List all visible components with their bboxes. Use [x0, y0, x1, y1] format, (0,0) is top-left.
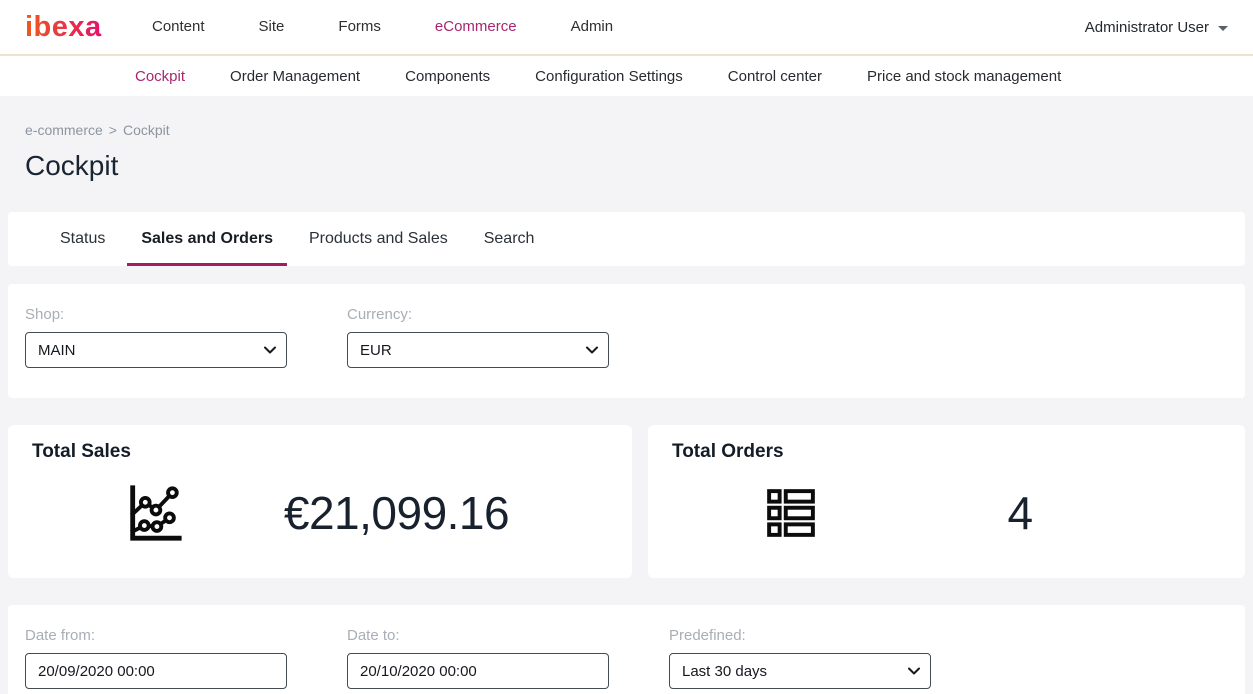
predefined-label: Predefined: [669, 627, 931, 644]
nav-item-ecommerce[interactable]: eCommerce [408, 0, 544, 54]
shop-field: Shop: MAIN [25, 306, 287, 368]
tab-products-and-sales[interactable]: Products and Sales [295, 212, 462, 266]
date-from-field: Date from: [25, 627, 287, 689]
nav-item-site[interactable]: Site [232, 0, 312, 54]
currency-select[interactable]: EUR [347, 332, 609, 368]
user-menu[interactable]: Administrator User [1085, 19, 1228, 36]
tab-sales-and-orders[interactable]: Sales and Orders [127, 212, 287, 266]
date-to-label: Date to: [347, 627, 609, 644]
date-from-input[interactable] [25, 653, 287, 689]
shop-currency-filter-panel: Shop: MAIN Currency: EUR [8, 284, 1245, 398]
line-chart-icon [123, 482, 185, 544]
currency-label: Currency: [347, 306, 609, 323]
breadcrumb-parent[interactable]: e-commerce [25, 122, 103, 138]
svg-text:ibexa: ibexa [25, 11, 102, 43]
predefined-select-wrap[interactable]: Last 30 days [669, 653, 931, 689]
predefined-select[interactable]: Last 30 days [669, 653, 931, 689]
currency-field: Currency: EUR [347, 306, 609, 368]
subnav-item-price-stock-management[interactable]: Price and stock management [867, 68, 1061, 85]
subnav-item-order-management[interactable]: Order Management [230, 68, 360, 85]
shop-select-wrap[interactable]: MAIN [25, 332, 287, 368]
nav-item-forms[interactable]: Forms [311, 0, 408, 54]
nav-item-content[interactable]: Content [125, 0, 232, 54]
date-filter-panel: Date from: Date to: Predefined: Last 30 … [8, 605, 1245, 694]
total-orders-card: Total Orders 4 [648, 425, 1245, 578]
total-sales-card: Total Sales [8, 425, 632, 578]
currency-select-wrap[interactable]: EUR [347, 332, 609, 368]
ibexa-logo-icon: ibexa [25, 9, 103, 45]
nav-item-admin[interactable]: Admin [544, 0, 641, 54]
subnav-item-control-center[interactable]: Control center [728, 68, 822, 85]
total-sales-body: €21,099.16 [32, 463, 608, 562]
shop-label: Shop: [25, 306, 287, 323]
total-orders-title: Total Orders [672, 441, 1221, 463]
subnav-item-configuration-settings[interactable]: Configuration Settings [535, 68, 683, 85]
ibexa-logo[interactable]: ibexa [25, 9, 103, 45]
stat-cards-row: Total Sales [8, 425, 1245, 578]
date-from-label: Date from: [25, 627, 287, 644]
subnav-item-cockpit[interactable]: Cockpit [135, 68, 185, 85]
total-orders-value: 4 [819, 486, 1221, 540]
app-viewport: ibexa Content Site Forms eCommerce Admin… [0, 0, 1253, 694]
subnav-item-components[interactable]: Components [405, 68, 490, 85]
total-sales-title: Total Sales [32, 441, 608, 463]
caret-down-icon [1218, 26, 1228, 31]
total-orders-body: 4 [672, 463, 1221, 562]
tab-search[interactable]: Search [470, 212, 549, 266]
breadcrumb: e-commerce > Cockpit [25, 122, 1253, 138]
top-navigation-bar: ibexa Content Site Forms eCommerce Admin… [0, 0, 1253, 56]
breadcrumb-current: Cockpit [123, 122, 170, 138]
ecommerce-subnav: Cockpit Order Management Components Conf… [0, 56, 1253, 96]
predefined-field: Predefined: Last 30 days [669, 627, 931, 689]
total-sales-value: €21,099.16 [185, 486, 608, 540]
date-to-input[interactable] [347, 653, 609, 689]
user-menu-label: Administrator User [1085, 19, 1209, 36]
orders-list-icon [763, 485, 819, 541]
main-nav: Content Site Forms eCommerce Admin [125, 0, 640, 54]
shop-select[interactable]: MAIN [25, 332, 287, 368]
page-title: Cockpit [25, 150, 1253, 182]
breadcrumb-separator: > [109, 122, 117, 138]
tab-bar: Status Sales and Orders Products and Sal… [8, 212, 1245, 266]
date-to-field: Date to: [347, 627, 609, 689]
tab-status[interactable]: Status [46, 212, 119, 266]
